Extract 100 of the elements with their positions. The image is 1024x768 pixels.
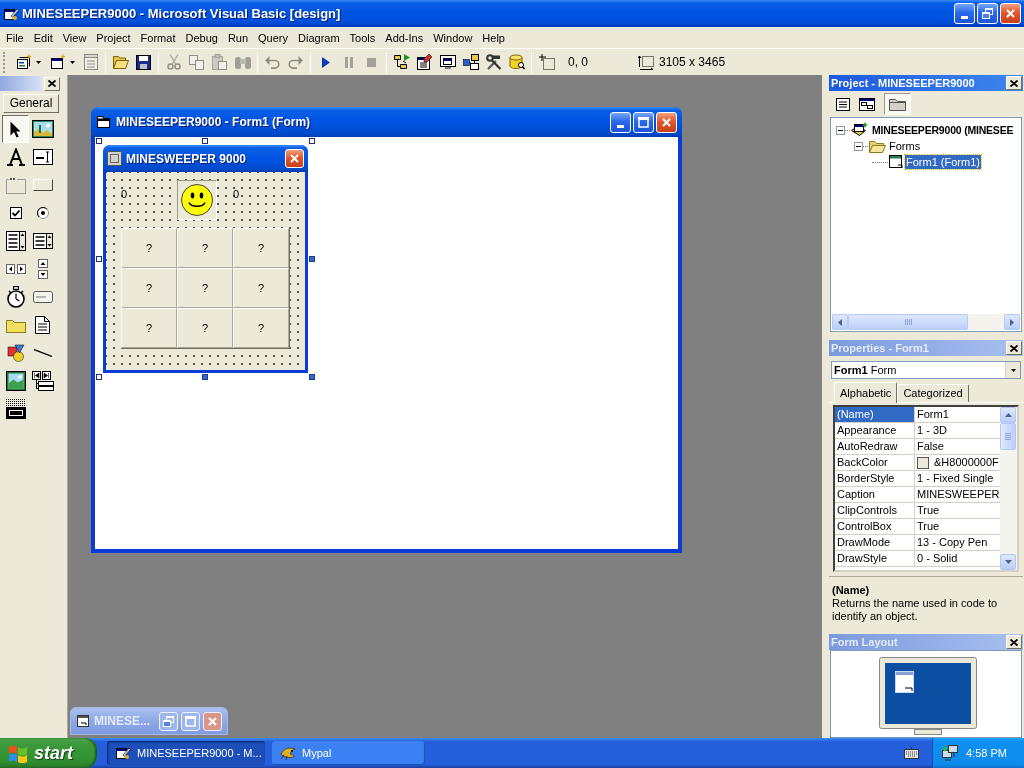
cell-button[interactable]: ?	[121, 308, 177, 348]
menu-item[interactable]: Format	[135, 28, 181, 47]
properties-tab[interactable]: Alphabetic	[834, 382, 898, 403]
property-value[interactable]: MINESWEEPER	[915, 487, 1000, 502]
taskbar-button[interactable]: MINESEEPER9000 - M...	[107, 741, 265, 765]
scrollbar-thumb[interactable]	[1000, 423, 1016, 450]
cell-button[interactable]: ?	[233, 228, 289, 268]
open-folder-icon[interactable]	[112, 55, 129, 69]
menu-item[interactable]: Edit	[28, 28, 58, 47]
resize-handle[interactable]	[309, 374, 315, 380]
vertical-scrollbar[interactable]	[1000, 407, 1017, 570]
menu-item[interactable]: Debug	[180, 28, 223, 47]
property-value[interactable]: True	[915, 503, 1000, 518]
property-value[interactable]: &H8000000F	[934, 455, 999, 470]
cell-button[interactable]: ?	[121, 268, 177, 308]
menu-item[interactable]: View	[57, 28, 92, 47]
property-name[interactable]: DrawMode	[835, 535, 915, 550]
form-layout-icon[interactable]	[439, 55, 456, 69]
properties-window-icon[interactable]	[416, 54, 433, 70]
object-browser-icon[interactable]	[462, 54, 479, 70]
left-arrow-icon	[838, 318, 842, 326]
shapes-icon	[6, 344, 25, 362]
restore-button[interactable]	[159, 711, 178, 731]
command-button-icon	[32, 179, 53, 191]
properties-tab[interactable]: Categorized	[897, 384, 969, 402]
property-name[interactable]: Appearance	[835, 423, 915, 438]
resize-handle[interactable]	[202, 138, 208, 144]
property-name[interactable]: AutoRedraw	[835, 439, 915, 454]
data-control-icon	[31, 371, 54, 391]
database-magnifier-icon[interactable]	[508, 54, 525, 70]
property-name[interactable]: BorderStyle	[835, 471, 915, 486]
resize-handle[interactable]	[202, 374, 208, 380]
tree-item[interactable]: Forms	[888, 139, 922, 153]
panel-title: Properties - Form1	[831, 341, 929, 355]
cell-button[interactable]: ?	[177, 268, 233, 308]
caret-icon[interactable]	[35, 60, 41, 64]
property-value[interactable]: 13 - Copy Pen	[915, 535, 1000, 550]
property-value[interactable]: True	[915, 519, 1000, 534]
letter-a-icon	[5, 148, 26, 166]
cell-button[interactable]: ?	[177, 308, 233, 348]
checkbox-icon	[9, 207, 22, 219]
menu-item[interactable]: Run	[222, 28, 254, 47]
property-name[interactable]: (Name)	[835, 407, 915, 422]
scroll-right-button[interactable]	[1004, 314, 1020, 330]
property-value[interactable]: Form1	[915, 407, 1000, 422]
tree-item[interactable]: MINESEEPER9000 (MINESEE	[871, 123, 1015, 137]
property-name[interactable]: DrawStyle	[835, 551, 915, 566]
scrollbar-thumb[interactable]	[848, 314, 968, 330]
tree-item[interactable]: Form1 (Form1)	[905, 155, 981, 169]
collapse-icon[interactable]	[854, 141, 863, 151]
property-value[interactable]: False	[915, 439, 1000, 454]
start-button[interactable]: start	[0, 738, 97, 768]
menu-item[interactable]: Query	[253, 28, 294, 47]
horizontal-scrollbar[interactable]	[832, 314, 1020, 330]
cell-button[interactable]: ?	[177, 228, 233, 268]
menu-item[interactable]: Project	[91, 28, 136, 47]
property-name[interactable]: ClipControls	[835, 503, 915, 518]
form-window[interactable]: MINESWEEPER 9000 0 0 ? ? ? ? ? ? ? ? ?	[103, 145, 308, 373]
resize-handle[interactable]	[96, 256, 102, 262]
new-project-icon[interactable]	[15, 54, 32, 70]
minimize-button[interactable]	[954, 3, 975, 24]
menu-item[interactable]: Window	[428, 28, 478, 47]
cell-button[interactable]: ?	[233, 308, 289, 348]
hammer-wrench-icon[interactable]	[485, 54, 502, 70]
scroll-down-button[interactable]	[1000, 554, 1016, 570]
new-form-icon[interactable]	[49, 54, 66, 70]
menu-item[interactable]: Tools	[344, 28, 381, 47]
property-value[interactable]: 0 - Solid	[915, 551, 1000, 566]
caret-icon[interactable]	[69, 60, 75, 64]
tool-button[interactable]	[2, 115, 29, 143]
resize-handle[interactable]	[96, 138, 102, 144]
minimize-button[interactable]	[610, 111, 631, 133]
scroll-left-button[interactable]	[832, 314, 848, 330]
size-readout: 3105 x 3465	[659, 54, 726, 71]
cell-button[interactable]: ?	[121, 228, 177, 268]
toolbox-tab[interactable]: General	[3, 94, 59, 113]
picture-box[interactable]	[177, 180, 217, 220]
play-icon[interactable]	[321, 56, 330, 68]
resize-handle[interactable]	[96, 374, 102, 380]
menu-item[interactable]: Add-Ins	[380, 28, 429, 47]
menu-item[interactable]: Diagram	[293, 28, 345, 47]
taskbar-button[interactable]: Mypal	[272, 741, 425, 765]
property-name[interactable]: BackColor	[835, 455, 915, 470]
scroll-up-button[interactable]	[1000, 407, 1016, 423]
panel-title: Form Layout	[831, 635, 898, 649]
toolbar-button[interactable]	[884, 93, 911, 115]
property-value[interactable]: 1 - Fixed Single	[915, 471, 1000, 486]
project-tree-icon[interactable]	[393, 54, 410, 70]
property-name[interactable]: ControlBox	[835, 519, 915, 534]
cell-button[interactable]: ?	[233, 268, 289, 308]
description-title: (Name)	[832, 583, 871, 597]
menu-item[interactable]: Help	[477, 28, 510, 47]
collapse-icon[interactable]	[836, 125, 845, 135]
form-window-icon	[77, 715, 89, 727]
property-value[interactable]: 1 - 3D	[915, 423, 1000, 438]
object-dropdown[interactable]: Form1 Form	[831, 361, 1021, 379]
resize-handle[interactable]	[309, 138, 315, 144]
menu-item[interactable]: File	[1, 28, 29, 47]
property-name[interactable]: Caption	[835, 487, 915, 502]
resize-handle[interactable]	[309, 256, 315, 262]
